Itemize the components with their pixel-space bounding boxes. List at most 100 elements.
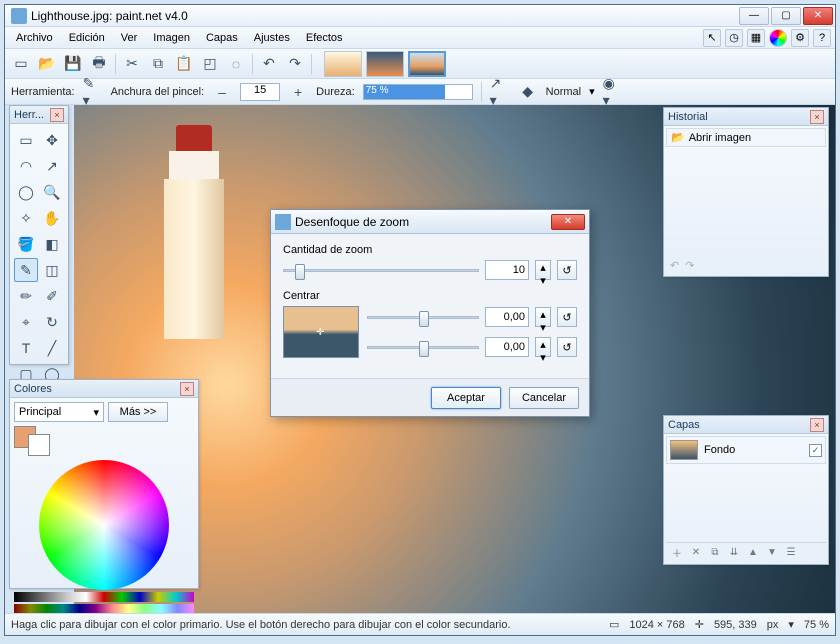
print-icon[interactable]: 🖶	[89, 54, 109, 74]
tool-wand[interactable]: ✧	[14, 206, 38, 230]
history-item[interactable]: 📂 Abrir imagen	[666, 128, 826, 147]
menu-edicion[interactable]: Edición	[62, 29, 112, 47]
layer-visible-checkbox[interactable]: ✓	[809, 444, 822, 457]
center-x-slider[interactable]	[367, 308, 479, 326]
brush-decrease-icon[interactable]: –	[212, 82, 232, 102]
history-panel-close-icon[interactable]: ×	[810, 110, 824, 124]
status-zoom: 75 %	[804, 619, 829, 631]
cancel-button[interactable]: Cancelar	[509, 387, 579, 409]
layers-panel-close-icon[interactable]: ×	[810, 418, 824, 432]
center-y-slider[interactable]	[367, 338, 479, 356]
tool-pan[interactable]: ✋	[40, 206, 64, 230]
tool-picker[interactable]: ✐	[40, 284, 64, 308]
center-y-spinner[interactable]: ▴▾	[535, 337, 551, 357]
center-y-input[interactable]: 0,00	[485, 337, 529, 357]
copy-icon[interactable]: ⧉	[148, 54, 168, 74]
crop-icon[interactable]: ◰	[200, 54, 220, 74]
zoom-blur-dialog: Desenfoque de zoom ✕ Cantidad de zoom 10…	[270, 209, 590, 417]
save-icon[interactable]: 💾	[63, 54, 83, 74]
layer-merge-icon[interactable]: ⇊	[726, 545, 742, 561]
minimize-button[interactable]: —	[739, 7, 769, 25]
palette-row[interactable]	[14, 592, 194, 602]
layer-item[interactable]: Fondo ✓	[666, 436, 826, 464]
center-x-reset-icon[interactable]: ↺	[557, 307, 577, 327]
zoom-amount-slider[interactable]	[283, 261, 479, 279]
history-window-icon[interactable]: ◷	[725, 29, 743, 47]
layer-down-icon[interactable]: ▼	[764, 545, 780, 561]
accept-button[interactable]: Aceptar	[431, 387, 501, 409]
history-undo-icon[interactable]: ↶	[670, 259, 679, 272]
more-colors-button[interactable]: Más >>	[108, 402, 168, 422]
colors-window-icon[interactable]	[769, 29, 787, 47]
deselect-icon[interactable]: ◌	[226, 54, 246, 74]
menu-ver[interactable]: Ver	[114, 29, 145, 47]
layer-dup-icon[interactable]: ⧉	[707, 545, 723, 561]
colors-panel-close-icon[interactable]: ×	[180, 382, 194, 396]
history-redo-icon[interactable]: ↷	[685, 259, 694, 272]
layer-props-icon[interactable]: ☰	[783, 545, 799, 561]
tool-move-selection[interactable]: ↗	[40, 154, 64, 178]
active-tool-icon[interactable]: ✎ ▾	[83, 82, 103, 102]
tools-panel-close-icon[interactable]: ×	[50, 108, 64, 122]
tool-move[interactable]: ✥	[40, 128, 64, 152]
tool-window-icon[interactable]: ↖	[703, 29, 721, 47]
palette-row-2[interactable]	[14, 604, 194, 613]
tool-eraser[interactable]: ◫	[40, 258, 64, 282]
tool-fill[interactable]: 🪣	[14, 232, 38, 256]
doc-thumb-1[interactable]	[324, 51, 362, 77]
dialog-close-button[interactable]: ✕	[551, 214, 585, 230]
help-icon[interactable]: ?	[813, 29, 831, 47]
menu-ajustes[interactable]: Ajustes	[247, 29, 297, 47]
zoom-amount-spinner[interactable]: ▴▾	[535, 260, 551, 280]
settings-icon[interactable]: ⚙	[791, 29, 809, 47]
unit-dropdown-icon[interactable]: ▾	[788, 618, 794, 631]
tool-text[interactable]: T	[14, 336, 38, 360]
tool-gradient[interactable]: ◧	[40, 232, 64, 256]
unit-select[interactable]: px	[767, 619, 779, 631]
tool-recolor[interactable]: ↻	[40, 310, 64, 334]
antialias-icon[interactable]: ↗ ▾	[490, 82, 510, 102]
doc-thumb-2[interactable]	[366, 51, 404, 77]
blend-mode[interactable]: Normal	[546, 86, 581, 98]
redo-icon[interactable]: ↷	[285, 54, 305, 74]
tool-brush[interactable]: ✎	[14, 258, 38, 282]
menu-efectos[interactable]: Efectos	[299, 29, 350, 47]
menu-capas[interactable]: Capas	[199, 29, 245, 47]
layer-up-icon[interactable]: ▲	[745, 545, 761, 561]
blend-icon[interactable]: ◆	[518, 82, 538, 102]
brush-increase-icon[interactable]: +	[288, 82, 308, 102]
hardness-slider[interactable]: 75 %	[363, 84, 473, 100]
fill-style-icon[interactable]: ◉ ▾	[603, 82, 623, 102]
center-x-spinner[interactable]: ▴▾	[535, 307, 551, 327]
menu-archivo[interactable]: Archivo	[9, 29, 60, 47]
cut-icon[interactable]: ✂	[122, 54, 142, 74]
doc-thumb-3[interactable]	[408, 51, 446, 77]
menu-imagen[interactable]: Imagen	[146, 29, 197, 47]
secondary-swatch[interactable]	[28, 434, 50, 456]
layer-delete-icon[interactable]: ✕	[688, 545, 704, 561]
tool-lasso[interactable]: ◠	[14, 154, 38, 178]
tool-pencil[interactable]: ✏	[14, 284, 38, 308]
tool-clone[interactable]: ⌖	[14, 310, 38, 334]
tool-rect-select[interactable]: ▭	[14, 128, 38, 152]
new-icon[interactable]: ▭	[11, 54, 31, 74]
paste-icon[interactable]: 📋	[174, 54, 194, 74]
tool-ellipse-select[interactable]: ◯	[14, 180, 38, 204]
undo-icon[interactable]: ↶	[259, 54, 279, 74]
tool-zoom[interactable]: 🔍	[40, 180, 64, 204]
close-button[interactable]: ✕	[803, 7, 833, 25]
maximize-button[interactable]: ▢	[771, 7, 801, 25]
center-y-reset-icon[interactable]: ↺	[557, 337, 577, 357]
brush-width-input[interactable]: 15	[240, 83, 280, 101]
center-preview[interactable]: ✛	[283, 306, 359, 358]
center-x-input[interactable]: 0,00	[485, 307, 529, 327]
blend-dropdown-icon[interactable]: ▾	[589, 85, 595, 98]
open-icon[interactable]: 📂	[37, 54, 57, 74]
zoom-amount-input[interactable]: 10	[485, 260, 529, 280]
color-mode-select[interactable]: Principal▾	[14, 402, 104, 422]
tool-line[interactable]: ╱	[40, 336, 64, 360]
color-wheel[interactable]	[39, 460, 169, 590]
layer-add-icon[interactable]: ＋	[669, 545, 685, 561]
zoom-amount-reset-icon[interactable]: ↺	[557, 260, 577, 280]
layers-window-icon[interactable]: ▦	[747, 29, 765, 47]
